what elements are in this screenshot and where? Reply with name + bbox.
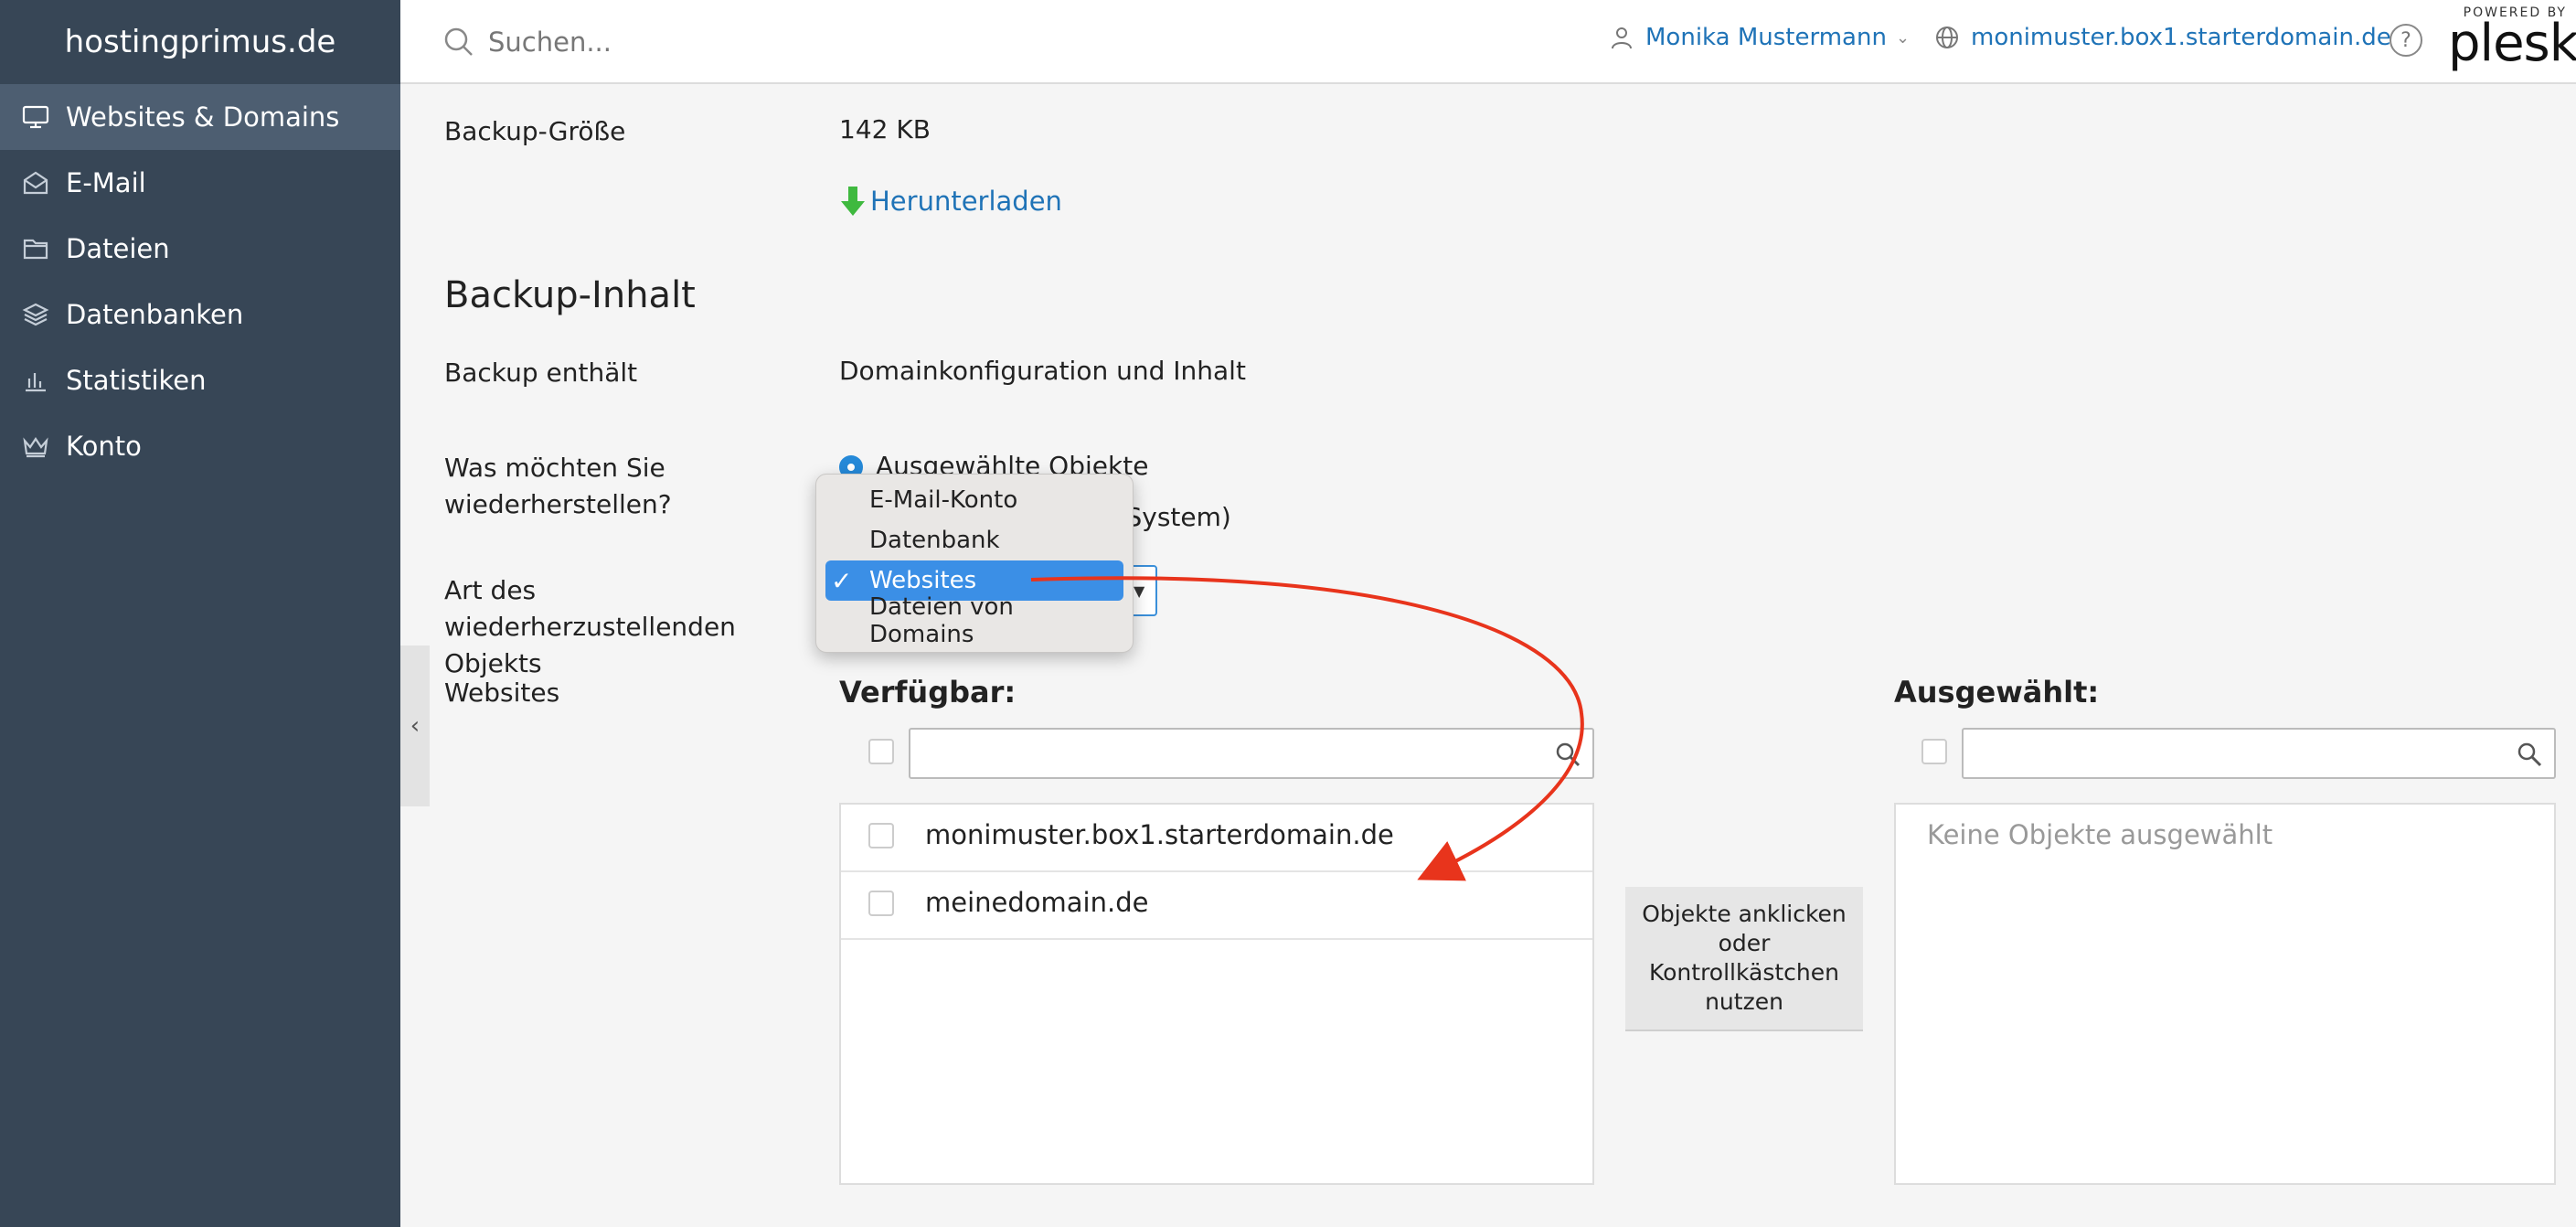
sidebar-item-email[interactable]: E-Mail [0, 150, 400, 216]
sidebar-item-datenbanken[interactable]: Datenbanken [0, 282, 400, 347]
section-title-backup-inhalt: Backup-Inhalt [444, 274, 696, 316]
sidebar-collapse-button[interactable]: ‹ [400, 646, 430, 806]
help-icon[interactable]: ? [2390, 24, 2422, 57]
row-checkbox[interactable] [868, 823, 894, 848]
user-name: Monika Mustermann [1645, 24, 1887, 51]
search-icon [444, 27, 473, 56]
chevron-left-icon: ‹ [410, 712, 420, 740]
checkmark-icon: ✓ [831, 565, 853, 596]
object-type-label: Art des wiederherzustellenden Objekts [444, 575, 736, 678]
backup-contains-value: Domainkonfiguration und Inhalt [839, 356, 1246, 386]
backup-size-value: 142 KB [839, 114, 931, 144]
available-title: Verfügbar: [839, 675, 1017, 710]
available-list: monimuster.box1.starterdomain.de meinedo… [839, 803, 1594, 1185]
search-icon [2517, 742, 2542, 767]
crown-icon [20, 431, 51, 462]
object-type-dropdown-menu: E-Mail-Konto Datenbank ✓ Websites Dateie… [815, 474, 1134, 653]
globe-icon [1936, 27, 1958, 48]
selected-list: Keine Objekte ausgewählt [1894, 803, 2556, 1185]
monitor-icon [20, 101, 51, 133]
domain-name: monimuster.box1.starterdomain.de [1971, 24, 2391, 51]
envelope-icon [20, 167, 51, 198]
transfer-hint-button[interactable]: Objekte anklicken oder Kontrollkästchen … [1625, 887, 1863, 1031]
list-item[interactable]: meinedomain.de [841, 872, 1592, 940]
sidebar-item-label: Konto [66, 431, 142, 462]
sidebar-item-label: Statistiken [66, 365, 207, 396]
brand-name[interactable]: hostingprimus.de [0, 0, 400, 84]
sidebar-item-label: E-Mail [66, 167, 146, 198]
domain-menu[interactable]: monimuster.box1.starterdomain.de [1934, 24, 2391, 51]
list-item[interactable]: monimuster.box1.starterdomain.de [841, 805, 1592, 872]
search-input[interactable] [488, 22, 1311, 62]
available-filter-input[interactable] [909, 728, 1594, 779]
user-menu[interactable]: Monika Mustermann ⌄ [1609, 24, 1910, 51]
sidebar-item-label: Datenbanken [66, 299, 244, 330]
empty-selection-text: Keine Objekte ausgewählt [1927, 819, 2273, 850]
header: Monika Mustermann ⌄ monimuster.box1.star… [400, 0, 2576, 84]
sidebar-item-label: Dateien [66, 233, 170, 264]
sidebar-item-dateien[interactable]: Dateien [0, 216, 400, 282]
row-checkbox[interactable] [868, 891, 894, 916]
folder-icon [20, 233, 51, 264]
sidebar-item-websites-domains[interactable]: Websites & Domains [0, 84, 400, 150]
dropdown-option-datenbank[interactable]: Datenbank [825, 520, 1123, 560]
sidebar-item-statistiken[interactable]: Statistiken [0, 347, 400, 413]
bar-chart-icon [20, 365, 51, 396]
backup-contains-label: Backup enthält [444, 357, 638, 388]
database-icon [20, 299, 51, 330]
download-arrow-icon [841, 187, 865, 216]
websites-label: Websites [444, 678, 560, 708]
select-all-selected-checkbox[interactable] [1921, 739, 1947, 764]
sidebar-item-konto[interactable]: Konto [0, 413, 400, 479]
chevron-down-icon: ⌄ [1895, 27, 1911, 48]
restore-question-label: Was möchten Sie wiederherstellen? [444, 453, 672, 519]
selected-filter-input[interactable] [1962, 728, 2556, 779]
sidebar-item-label: Websites & Domains [66, 101, 340, 133]
plesk-logo: POWERED BY plesk [2448, 5, 2576, 73]
sidebar: hostingprimus.de Websites & Domains E-Ma… [0, 0, 400, 1227]
search-icon [1556, 742, 1581, 767]
select-all-available-checkbox[interactable] [868, 739, 894, 764]
download-link[interactable]: Herunterladen [839, 185, 1062, 218]
selected-title: Ausgewählt: [1894, 675, 2100, 710]
backup-size-label: Backup-Größe [444, 116, 626, 146]
user-icon [1612, 27, 1632, 49]
dropdown-option-email-konto[interactable]: E-Mail-Konto [825, 480, 1123, 520]
dropdown-option-dateien-von-domains[interactable]: Dateien von Domains [825, 593, 1123, 648]
